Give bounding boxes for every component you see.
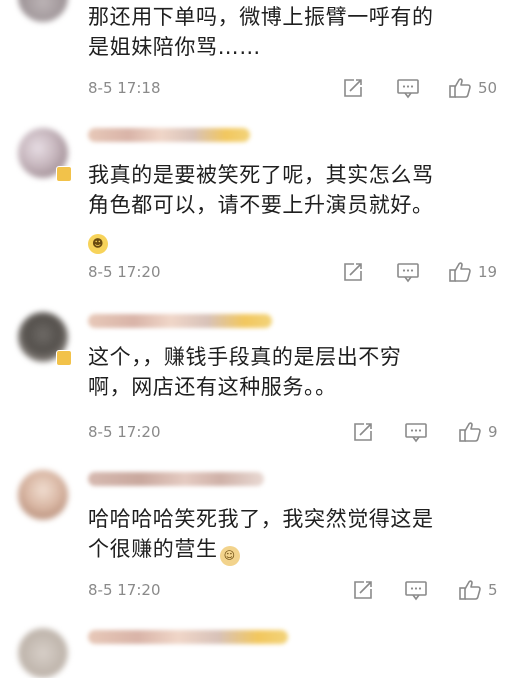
reply-button[interactable] xyxy=(404,578,428,602)
comment-icon xyxy=(397,79,419,99)
thumbs-up-icon xyxy=(459,580,481,600)
like-count: 5 xyxy=(488,581,498,599)
repost-icon xyxy=(354,581,372,599)
comment-meta: 8-5 17:20 9 xyxy=(88,420,508,444)
like-button[interactable]: 5 xyxy=(458,578,498,602)
timestamp: 8-5 17:18 xyxy=(88,79,161,97)
repost-icon xyxy=(344,263,362,281)
repost-icon xyxy=(344,79,362,97)
comment-text: 哈哈哈哈笑死我了，我突然觉得这是 个很赚的营生 ☺ xyxy=(88,504,508,566)
like-button[interactable]: 19 xyxy=(448,260,497,284)
reply-button[interactable] xyxy=(404,420,428,444)
like-button[interactable]: 9 xyxy=(458,420,498,444)
comment-icon xyxy=(397,263,419,283)
comment-text: 我真的是要被笑死了呢，其实怎么骂 角色都可以，请不要上升演员就好。 ☻ xyxy=(88,160,508,254)
comment-text: 这个，，赚钱手段真的是层出不穷 啊，网店还有这种服务。。 xyxy=(88,345,402,399)
laughing-emoji-icon: ☻ xyxy=(88,234,108,254)
like-button[interactable]: 50 xyxy=(448,76,497,100)
verified-badge xyxy=(56,166,72,182)
verified-badge xyxy=(56,350,72,366)
username[interactable] xyxy=(88,472,264,486)
timestamp: 8-5 17:20 xyxy=(88,581,161,599)
thumbs-up-icon xyxy=(459,422,481,442)
reply-button[interactable] xyxy=(396,260,420,284)
timestamp: 8-5 17:20 xyxy=(88,423,161,441)
comment-icon xyxy=(405,423,427,443)
repost-button[interactable] xyxy=(352,420,374,444)
doge-emoji-icon: ☺ xyxy=(219,546,240,566)
repost-button[interactable] xyxy=(342,76,364,100)
timestamp: 8-5 17:20 xyxy=(88,263,161,281)
thumbs-up-icon xyxy=(449,78,471,98)
username[interactable] xyxy=(88,314,272,328)
avatar[interactable] xyxy=(18,470,68,520)
avatar[interactable] xyxy=(18,628,68,678)
comment-text: 那还用下单吗，微博上振臂一呼有的 是姐妹陪你骂…… xyxy=(88,5,434,59)
comment-icon xyxy=(405,581,427,601)
repost-icon xyxy=(354,423,372,441)
like-count: 19 xyxy=(478,263,498,281)
username[interactable] xyxy=(88,630,288,644)
like-count: 9 xyxy=(488,423,498,441)
thumbs-up-icon xyxy=(449,262,471,282)
comment-meta: 8-5 17:20 19 xyxy=(88,260,508,284)
avatar[interactable] xyxy=(18,0,68,22)
repost-button[interactable] xyxy=(342,260,364,284)
repost-button[interactable] xyxy=(352,578,374,602)
username[interactable] xyxy=(88,128,250,142)
comment-meta: 8-5 17:20 5 xyxy=(88,578,508,602)
comment-meta: 8-5 17:18 50 xyxy=(88,76,508,100)
like-count: 50 xyxy=(478,79,498,97)
reply-button[interactable] xyxy=(396,76,420,100)
